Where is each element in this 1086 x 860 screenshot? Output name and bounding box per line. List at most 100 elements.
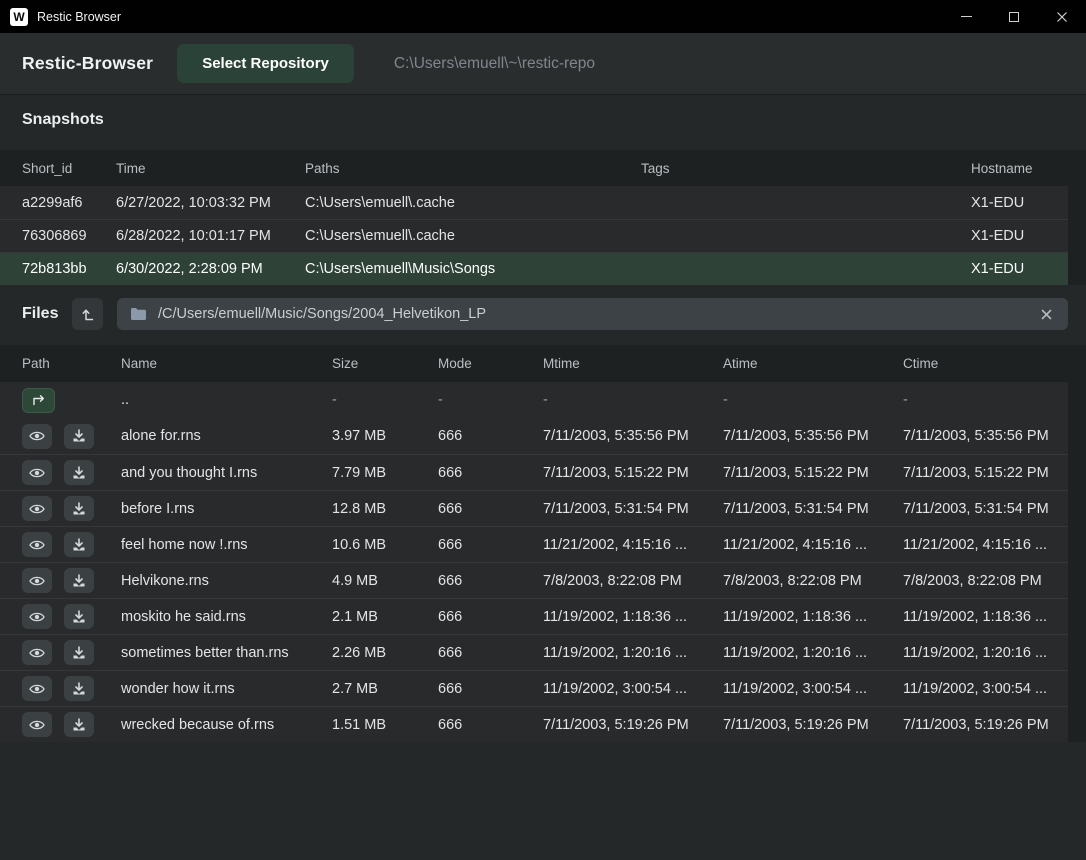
files-scrollbar[interactable] <box>1068 345 1086 742</box>
snapshot-time: 6/27/2022, 10:03:32 PM <box>116 195 305 211</box>
download-file-icon <box>72 682 86 696</box>
view-file-button[interactable] <box>22 640 52 665</box>
view-file-button[interactable] <box>22 460 52 485</box>
view-file-button[interactable] <box>22 424 52 449</box>
download-file-button[interactable] <box>64 640 94 665</box>
snapshot-row[interactable]: 76306869 6/28/2022, 10:01:17 PM C:\Users… <box>0 219 1086 252</box>
file-ctime: 7/11/2003, 5:35:56 PM <box>903 428 1068 444</box>
download-file-button[interactable] <box>64 424 94 449</box>
view-file-button[interactable] <box>22 712 52 737</box>
file-row[interactable]: sometimes better than.rns 2.26 MB 666 11… <box>0 634 1086 670</box>
view-file-button[interactable] <box>22 604 52 629</box>
download-file-button[interactable] <box>64 532 94 557</box>
file-row[interactable]: wonder how it.rns 2.7 MB 666 11/19/2002,… <box>0 670 1086 706</box>
minimize-icon <box>961 16 972 17</box>
app-header: Restic-Browser Select Repository C:\User… <box>0 33 1086 95</box>
file-row[interactable]: wrecked because of.rns 1.51 MB 666 7/11/… <box>0 706 1086 742</box>
download-file-button[interactable] <box>64 568 94 593</box>
file-size: 12.8 MB <box>332 501 438 517</box>
file-atime: 11/19/2002, 1:20:16 ... <box>723 645 903 661</box>
app-title: Restic-Browser <box>22 53 153 74</box>
file-name: .. <box>121 392 332 408</box>
view-file-icon <box>29 575 45 587</box>
column-header-mtime: Mtime <box>543 356 723 371</box>
clear-path-button[interactable] <box>1038 306 1055 323</box>
file-ctime: 11/21/2002, 4:15:16 ... <box>903 537 1068 553</box>
go-parent-directory-button[interactable] <box>22 388 55 413</box>
minimize-button[interactable] <box>942 0 990 33</box>
snapshot-time: 6/30/2022, 2:28:09 PM <box>116 261 305 277</box>
file-row[interactable]: before I.rns 12.8 MB 666 7/11/2003, 5:31… <box>0 490 1086 526</box>
file-row[interactable]: feel home now !.rns 10.6 MB 666 11/21/20… <box>0 526 1086 562</box>
view-file-icon <box>29 611 45 623</box>
file-ctime: 7/8/2003, 8:22:08 PM <box>903 573 1068 589</box>
column-header-name: Name <box>121 356 332 371</box>
files-path-value: /C/Users/emuell/Music/Songs/2004_Helveti… <box>158 306 1038 322</box>
snapshot-short-id: 72b813bb <box>22 261 116 277</box>
snapshot-hostname: X1-EDU <box>971 228 1068 244</box>
snapshot-paths: C:\Users\emuell\Music\Songs <box>305 261 641 277</box>
column-header-ctime: Ctime <box>903 356 1068 371</box>
file-row[interactable]: moskito he said.rns 2.1 MB 666 11/19/200… <box>0 598 1086 634</box>
download-file-button[interactable] <box>64 460 94 485</box>
snapshot-hostname: X1-EDU <box>971 195 1068 211</box>
files-path-input[interactable]: /C/Users/emuell/Music/Songs/2004_Helveti… <box>117 298 1068 330</box>
column-header-short-id: Short_id <box>22 161 116 176</box>
repository-path: C:\Users\emuell\~\restic-repo <box>394 55 595 73</box>
download-file-icon <box>72 538 86 552</box>
file-atime: 11/19/2002, 3:00:54 ... <box>723 681 903 697</box>
column-header-time: Time <box>116 161 305 176</box>
parent-directory-icon <box>31 394 46 406</box>
clear-icon <box>1040 308 1053 321</box>
file-mtime: 7/11/2003, 5:35:56 PM <box>543 428 723 444</box>
parent-directory-row[interactable]: .. - - - - - <box>0 382 1086 418</box>
file-mtime: 7/11/2003, 5:31:54 PM <box>543 501 723 517</box>
snapshot-row[interactable]: a2299af6 6/27/2022, 10:03:32 PM C:\Users… <box>0 186 1086 219</box>
view-file-button[interactable] <box>22 676 52 701</box>
download-file-button[interactable] <box>64 604 94 629</box>
files-table-body: alone for.rns 3.97 MB 666 7/11/2003, 5:3… <box>0 418 1086 742</box>
close-icon <box>1056 11 1068 23</box>
column-header-paths: Paths <box>305 161 641 176</box>
view-file-icon <box>29 539 45 551</box>
file-name: wrecked because of.rns <box>121 717 332 733</box>
view-file-button[interactable] <box>22 532 52 557</box>
column-header-tags: Tags <box>641 161 971 176</box>
column-header-mode: Mode <box>438 356 543 371</box>
file-row[interactable]: alone for.rns 3.97 MB 666 7/11/2003, 5:3… <box>0 418 1086 454</box>
file-mode: 666 <box>438 681 543 697</box>
file-ctime: 11/19/2002, 3:00:54 ... <box>903 681 1068 697</box>
file-atime: 7/8/2003, 8:22:08 PM <box>723 573 903 589</box>
snapshots-table-body: a2299af6 6/27/2022, 10:03:32 PM C:\Users… <box>0 186 1086 285</box>
restore-snapshot-button[interactable] <box>72 298 103 330</box>
column-header-hostname: Hostname <box>971 161 1068 176</box>
file-ctime: - <box>903 392 1068 408</box>
restore-snapshot-icon <box>81 307 95 322</box>
file-mtime: 11/19/2002, 1:18:36 ... <box>543 609 723 625</box>
files-section-title: Files <box>22 305 72 323</box>
download-file-icon <box>72 502 86 516</box>
maximize-button[interactable] <box>990 0 1038 33</box>
view-file-button[interactable] <box>22 496 52 521</box>
snapshots-scrollbar[interactable] <box>1068 150 1086 285</box>
download-file-button[interactable] <box>64 712 94 737</box>
select-repository-button[interactable]: Select Repository <box>177 44 354 83</box>
file-mode: 666 <box>438 501 543 517</box>
download-file-button[interactable] <box>64 676 94 701</box>
view-file-icon <box>29 647 45 659</box>
close-button[interactable] <box>1038 0 1086 33</box>
file-mtime: 11/19/2002, 1:20:16 ... <box>543 645 723 661</box>
download-file-button[interactable] <box>64 496 94 521</box>
file-ctime: 11/19/2002, 1:20:16 ... <box>903 645 1068 661</box>
file-name: before I.rns <box>121 501 332 517</box>
file-row[interactable]: Helvikone.rns 4.9 MB 666 7/8/2003, 8:22:… <box>0 562 1086 598</box>
snapshot-hostname: X1-EDU <box>971 261 1068 277</box>
view-file-icon <box>29 430 45 442</box>
file-name: alone for.rns <box>121 428 332 444</box>
view-file-icon <box>29 683 45 695</box>
file-mode: 666 <box>438 537 543 553</box>
file-row[interactable]: and you thought I.rns 7.79 MB 666 7/11/2… <box>0 454 1086 490</box>
view-file-button[interactable] <box>22 568 52 593</box>
file-atime: 7/11/2003, 5:31:54 PM <box>723 501 903 517</box>
snapshot-row[interactable]: 72b813bb 6/30/2022, 2:28:09 PM C:\Users\… <box>0 252 1086 285</box>
